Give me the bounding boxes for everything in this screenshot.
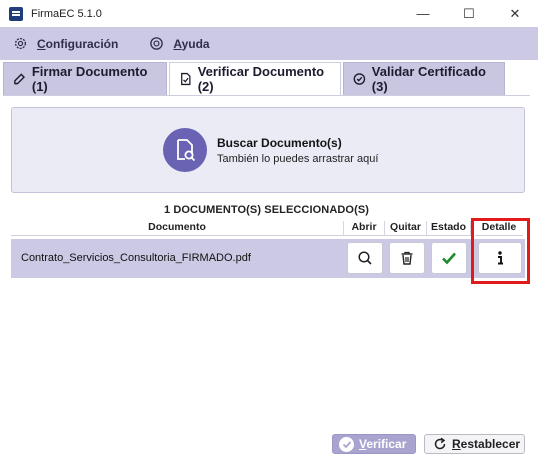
reset-button[interactable]: Restablecer xyxy=(424,434,525,454)
document-dropzone[interactable]: Buscar Documento(s) También lo puedes ar… xyxy=(11,107,525,193)
tab-validar-certificado[interactable]: Validar Certificado (3) xyxy=(343,62,505,95)
document-name: Contrato_Servicios_Consultoria_FIRMADO.p… xyxy=(21,252,251,264)
column-header-estado: Estado xyxy=(427,221,471,236)
verify-document-icon xyxy=(181,72,191,86)
refresh-icon xyxy=(434,437,446,450)
verify-panel: Buscar Documento(s) También lo puedes ar… xyxy=(3,95,530,461)
menu-bar: Configuración Ayuda xyxy=(0,27,538,60)
minimize-button[interactable]: — xyxy=(400,0,446,27)
certificate-check-icon xyxy=(353,73,366,85)
menu-ayuda[interactable]: Ayuda xyxy=(149,36,210,51)
verify-button[interactable]: Verificar xyxy=(332,434,416,454)
tab-verificar-documento[interactable]: Verificar Documento (2) xyxy=(169,62,341,95)
dropzone-subtitle: También lo puedes arrastrar aquí xyxy=(217,152,379,165)
column-header-documento: Documento xyxy=(11,221,344,236)
column-header-quitar: Quitar xyxy=(385,221,427,236)
tab-verificar-label: Verificar Documento (2) xyxy=(197,64,325,94)
status-valid-indicator[interactable] xyxy=(431,242,467,274)
tab-firmar-label: Firmar Documento (1) xyxy=(31,64,148,94)
menu-configuracion[interactable]: Configuración xyxy=(13,36,118,51)
menu-configuracion-label: Configuración xyxy=(37,36,119,51)
window-title: FirmaEC 5.1.0 xyxy=(31,7,102,20)
search-document-icon xyxy=(163,128,207,172)
menu-ayuda-label: Ayuda xyxy=(173,36,210,51)
sign-document-icon xyxy=(14,73,25,85)
tab-firmar-documento[interactable]: Firmar Documento (1) xyxy=(3,62,167,95)
window-controls: — ☐ ✕ xyxy=(400,0,538,27)
dropzone-title: Buscar Documento(s) xyxy=(217,135,342,150)
title-bar: FirmaEC 5.1.0 — ☐ ✕ xyxy=(0,0,538,27)
search-icon xyxy=(358,251,372,265)
reset-button-label: Restablecer xyxy=(452,437,521,451)
tab-bar: Firmar Documento (1) Verificar Documento… xyxy=(3,62,507,95)
tab-validar-label: Validar Certificado (3) xyxy=(371,64,486,94)
selection-count: 1 DOCUMENTO(S) SELECCIONADO(S) xyxy=(163,204,370,216)
remove-document-button[interactable] xyxy=(389,242,425,274)
close-button[interactable]: ✕ xyxy=(492,0,538,27)
trash-icon xyxy=(401,251,413,265)
column-header-abrir: Abrir xyxy=(344,221,385,236)
check-icon xyxy=(442,252,456,265)
check-circle-icon xyxy=(339,436,354,452)
maximize-button[interactable]: ☐ xyxy=(446,0,492,27)
help-icon xyxy=(150,37,164,50)
app-logo-icon xyxy=(9,6,23,21)
verify-button-label: Verificar xyxy=(359,437,407,451)
open-document-button[interactable] xyxy=(347,242,383,274)
detail-highlight-box xyxy=(471,218,530,284)
gear-icon xyxy=(14,37,27,50)
